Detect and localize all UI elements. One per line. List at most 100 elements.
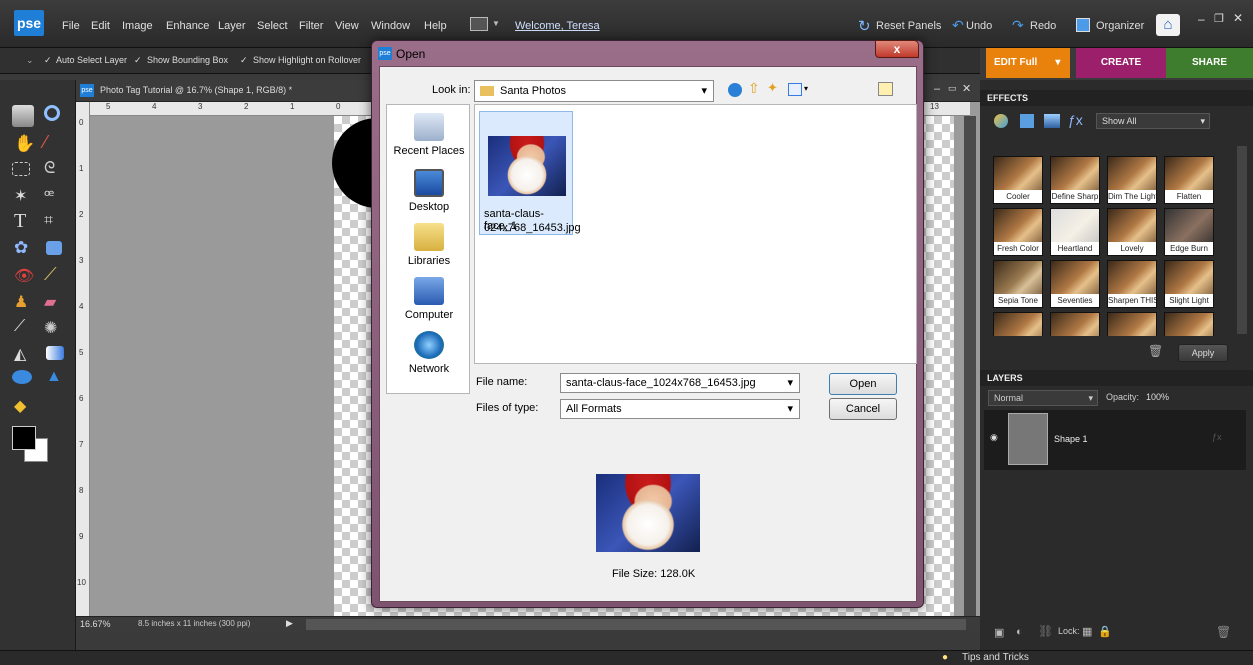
file-name-input[interactable]: santa-claus-face_1024x768_16453.jpg ▾ — [560, 373, 800, 393]
new-folder-icon[interactable]: ✦ — [767, 80, 778, 96]
chevron-down-icon[interactable]: ⌄ — [26, 55, 34, 66]
tab-edit[interactable]: EDIT Full ▾ — [986, 48, 1070, 78]
zoom-tool-icon[interactable] — [44, 105, 60, 121]
foreground-color-swatch[interactable] — [12, 426, 36, 450]
close-doc-icon[interactable]: ✕ — [962, 82, 971, 95]
organizer-button[interactable]: Organizer — [1096, 20, 1144, 32]
horizontal-scrollbar[interactable] — [306, 619, 966, 630]
vertical-scrollbar[interactable] — [964, 116, 976, 616]
move-tool-icon[interactable] — [12, 105, 34, 127]
shape-tool-icon[interactable] — [12, 370, 32, 384]
layer-row[interactable]: ◉ Shape 1 ƒx — [984, 410, 1246, 470]
place-recent[interactable]: Recent Places — [387, 113, 471, 157]
tab-share[interactable]: SHARE — [1166, 48, 1253, 78]
open-button[interactable]: Open — [829, 373, 897, 395]
menu-select[interactable]: Select — [257, 20, 288, 32]
effect-thumb[interactable]: Slight Light — [1164, 260, 1214, 308]
magic-wand-icon[interactable]: ✶ — [14, 186, 27, 206]
effect-thumb[interactable]: Dim The Lights — [1107, 156, 1157, 204]
place-desktop[interactable]: Desktop — [387, 169, 471, 213]
new-layer-icon[interactable]: ▣ — [994, 626, 1004, 639]
red-eye-icon[interactable]: 👁 — [14, 266, 34, 286]
file-item[interactable]: santa-claus-face_1 024x768_16453.jpg — [479, 111, 581, 235]
redo-button[interactable]: Redo — [1030, 20, 1056, 32]
layer-styles-icon[interactable] — [1020, 114, 1034, 128]
blend-mode-select[interactable]: Normal ▾ — [988, 390, 1098, 406]
maximize-doc-icon[interactable]: ▭ — [948, 83, 957, 94]
close-app-icon[interactable]: ✕ — [1233, 11, 1243, 25]
chevron-down-icon[interactable]: ▼ — [492, 19, 500, 28]
healing-brush-icon[interactable]: ⟋ — [44, 264, 57, 285]
look-in-select[interactable]: Santa Photos ▾ — [474, 80, 714, 102]
menu-window[interactable]: Window — [371, 20, 410, 32]
minimize-doc-icon[interactable]: – — [934, 83, 940, 95]
menu-image[interactable]: Image — [122, 20, 153, 32]
status-arrow-icon[interactable]: ▶ — [286, 618, 293, 629]
dialog-close-button[interactable]: x — [875, 40, 919, 58]
effect-thumb[interactable]: Heartland — [1050, 208, 1100, 256]
layout-icon[interactable] — [470, 17, 488, 31]
effect-thumb[interactable]: Fresh Color — [993, 208, 1043, 256]
sponge-tool-icon[interactable]: ◆ — [14, 396, 26, 416]
adjustment-layer-icon[interactable]: ◐ — [1016, 626, 1023, 638]
cookie-cutter-icon[interactable]: ✿ — [14, 238, 28, 258]
menu-file[interactable]: File — [62, 20, 80, 32]
menu-filter[interactable]: Filter — [299, 20, 323, 32]
effect-thumb[interactable] — [1107, 312, 1157, 336]
effect-thumb[interactable]: Edge Burn — [1164, 208, 1214, 256]
effect-thumb[interactable] — [993, 312, 1043, 336]
place-network[interactable]: Network — [387, 331, 471, 375]
place-libraries[interactable]: Libraries — [387, 223, 471, 267]
effect-thumb[interactable]: Sharpen THIS — [1107, 260, 1157, 308]
minimize-icon[interactable]: – — [1198, 12, 1205, 26]
apply-button[interactable]: Apply — [1178, 344, 1228, 362]
effect-thumb[interactable] — [1050, 312, 1100, 336]
trash-icon[interactable]: 🗑 — [1148, 344, 1163, 358]
chevron-down-icon[interactable]: ▾ — [804, 84, 808, 93]
show-highlight-checkbox[interactable]: Show Highlight on Rollover — [253, 55, 361, 65]
effect-thumb[interactable]: Lovely — [1107, 208, 1157, 256]
auto-select-layer-checkbox[interactable]: Auto Select Layer — [56, 55, 127, 65]
straighten-tool-icon[interactable] — [46, 241, 62, 255]
effect-thumb[interactable]: Flatten — [1164, 156, 1214, 204]
effect-thumb[interactable]: Define Sharp — [1050, 156, 1100, 204]
effect-thumb[interactable]: Sepia Tone — [993, 260, 1043, 308]
brush-tool-icon[interactable]: ⟋ — [14, 318, 25, 336]
up-folder-icon[interactable]: ⇧ — [748, 80, 760, 97]
fx-icon[interactable]: ƒx — [1068, 112, 1083, 128]
effect-thumb[interactable] — [1164, 312, 1214, 336]
menu-enhance[interactable]: Enhance — [166, 20, 209, 32]
effect-thumb[interactable]: Cooler — [993, 156, 1043, 204]
back-icon[interactable] — [728, 83, 742, 97]
place-computer[interactable]: Computer — [387, 277, 471, 321]
tips-and-tricks-link[interactable]: Tips and Tricks — [962, 652, 1029, 663]
eye-icon[interactable]: ◉ — [990, 432, 998, 443]
hand-tool-icon[interactable]: ✋ — [14, 134, 35, 154]
gradient-tool-icon[interactable] — [46, 346, 64, 360]
type-tool-icon[interactable]: T — [14, 210, 26, 233]
filters-icon[interactable] — [994, 114, 1008, 128]
menu-layer[interactable]: Layer — [218, 20, 246, 32]
lasso-tool-icon[interactable]: ᘓ — [44, 160, 55, 178]
eraser-tool-icon[interactable]: ▰ — [44, 292, 56, 312]
cancel-button[interactable]: Cancel — [829, 398, 897, 420]
tab-create[interactable]: CREATE — [1076, 48, 1166, 78]
effect-thumb[interactable]: Seventies — [1050, 260, 1100, 308]
effects-filter-select[interactable]: Show All ▾ — [1096, 113, 1210, 129]
blur-tool-icon[interactable]: ▲ — [46, 368, 62, 386]
files-of-type-select[interactable]: All Formats ▾ — [560, 399, 800, 419]
delete-layer-icon[interactable]: 🗑 — [1216, 625, 1231, 639]
menu-help[interactable]: Help — [424, 20, 447, 32]
lock-transparency-icon[interactable]: ▦ — [1082, 625, 1092, 638]
view-menu-icon[interactable] — [788, 83, 802, 96]
marquee-tool-icon[interactable] — [12, 162, 30, 176]
effects-scrollbar[interactable] — [1237, 146, 1247, 334]
clone-stamp-icon[interactable]: ♟ — [14, 292, 28, 312]
paint-bucket-icon[interactable]: ◭ — [14, 344, 26, 364]
smart-brush-icon[interactable]: ✺ — [44, 318, 57, 338]
home-icon[interactable]: ⌂ — [1156, 14, 1180, 36]
opacity-value[interactable]: 100% — [1146, 392, 1169, 402]
favorites-icon[interactable] — [878, 82, 893, 96]
quick-selection-icon[interactable]: ꟹ — [44, 186, 54, 206]
welcome-link[interactable]: Welcome, Teresa — [515, 20, 600, 32]
